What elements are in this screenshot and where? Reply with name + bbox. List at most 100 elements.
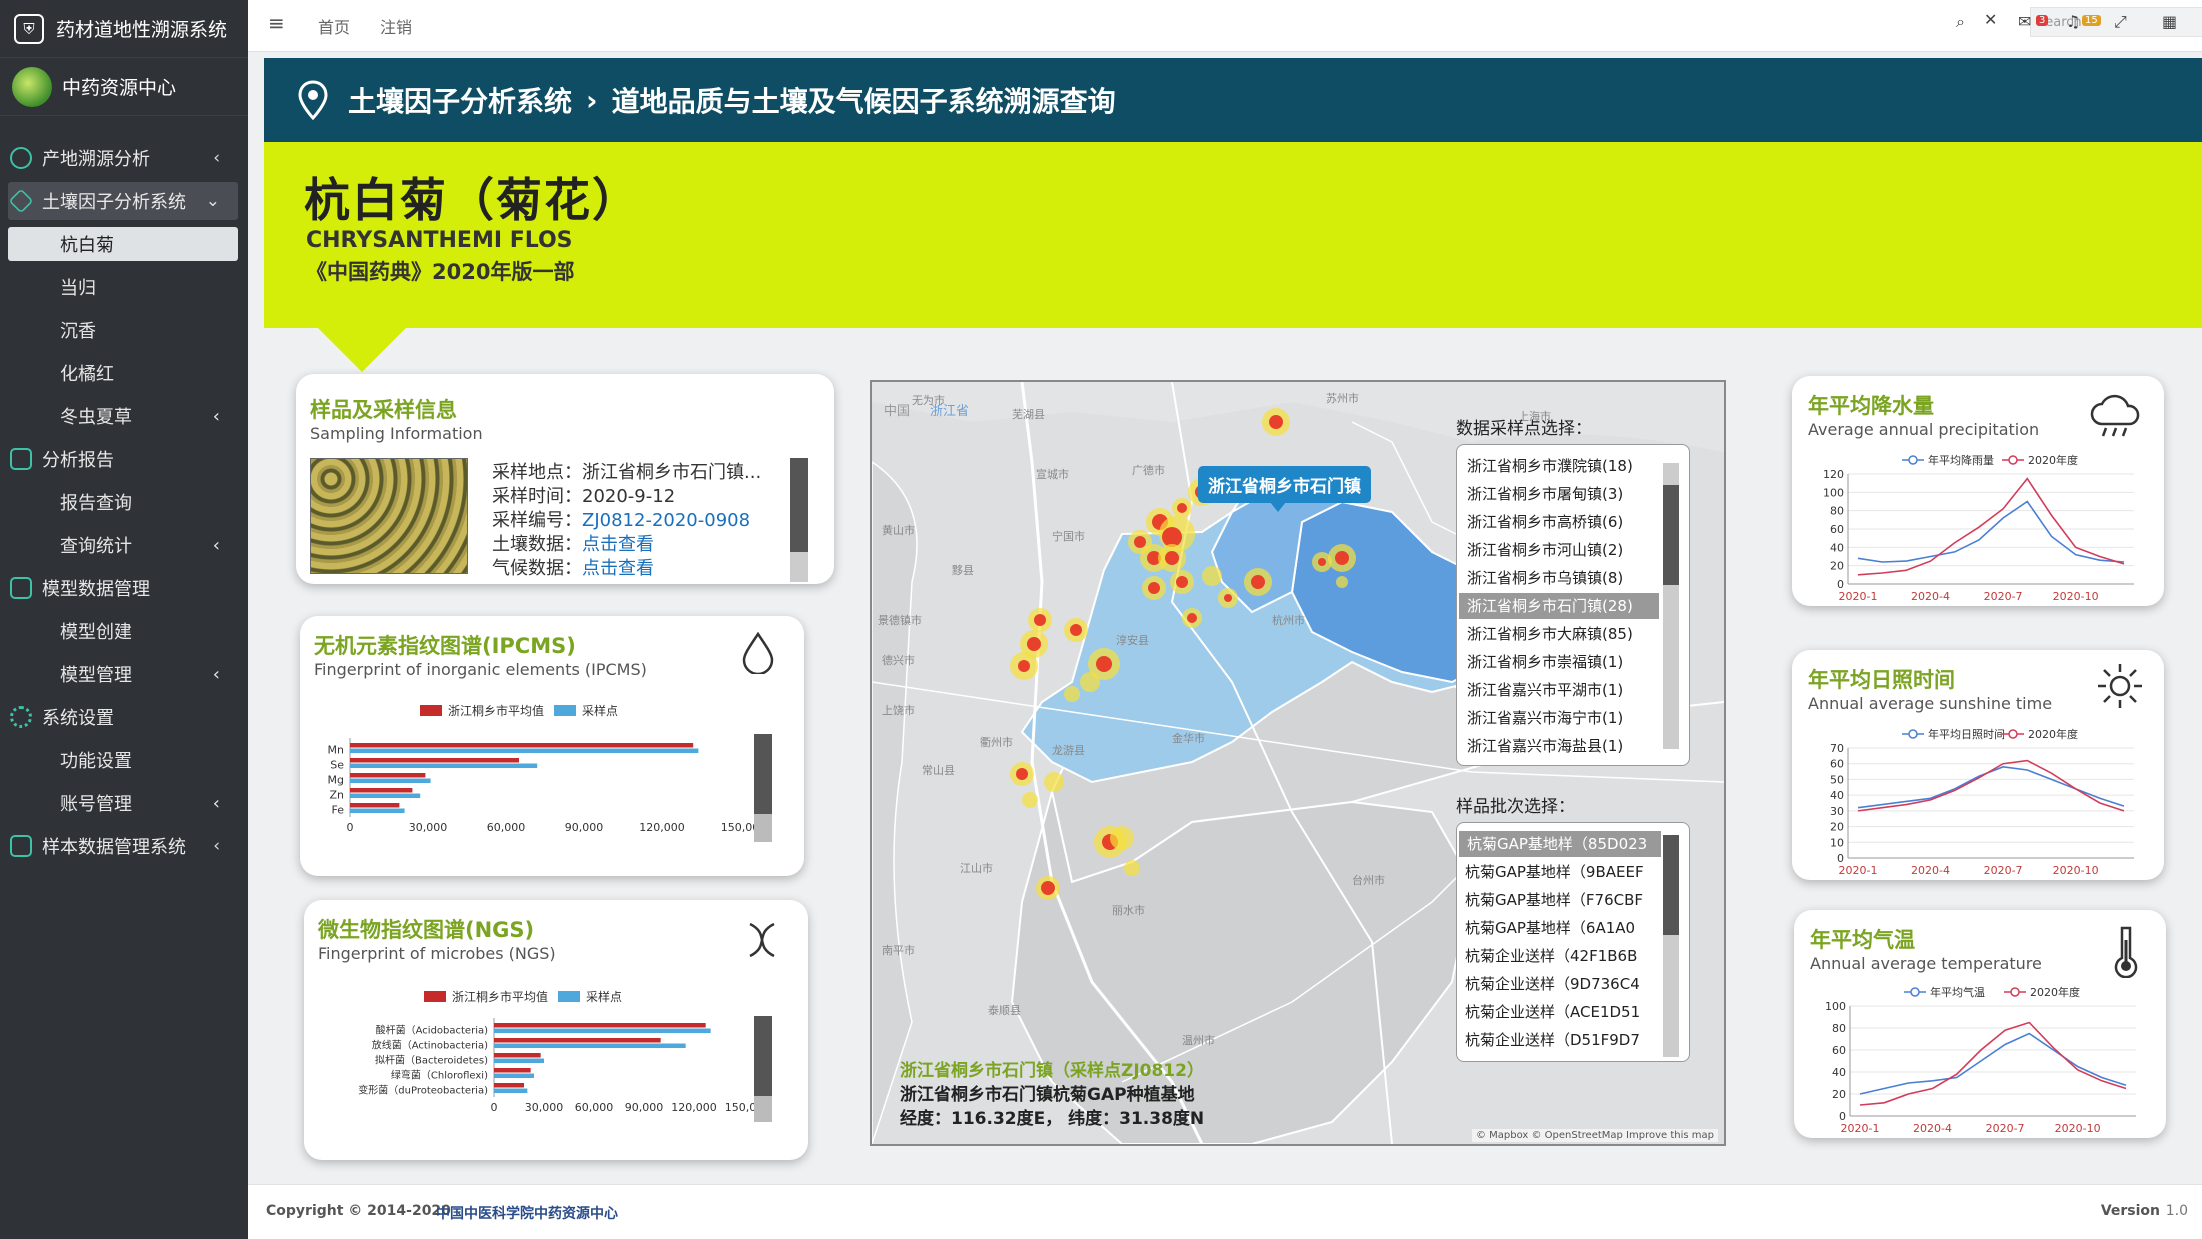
footer-org-link[interactable]: 中国中医科学院中药资源中心 xyxy=(436,1203,618,1223)
sidebar-item-model-data[interactable]: 模型数据管理 xyxy=(0,568,248,608)
list-item[interactable]: 杭菊企业送样（D51F9D7 xyxy=(1465,1027,1640,1053)
hamburger-menu-icon[interactable]: ≡ xyxy=(268,11,285,35)
gear-icon xyxy=(10,706,32,728)
list-item[interactable]: 浙江省桐乡市河山镇(2) xyxy=(1467,537,1623,563)
map-popup[interactable]: 浙江省桐乡市石门镇 xyxy=(1198,466,1371,503)
list-item[interactable]: 杭菊企业送样（42F1B6B xyxy=(1465,943,1637,969)
search-icon[interactable]: ⌕ xyxy=(1956,12,1965,32)
list-item-selected[interactable]: 杭菊GAP基地样（85D023 xyxy=(1459,831,1661,857)
x-tick-label: 2020-1 xyxy=(1839,590,1878,603)
map-attribution[interactable]: © Mapbox © OpenStreetMap Improve this ma… xyxy=(1471,1129,1718,1142)
fullscreen-icon[interactable]: ⤢ xyxy=(2114,12,2127,32)
list-item[interactable]: 浙江省桐乡市屠甸镇(3) xyxy=(1467,481,1623,507)
list-item[interactable]: 杭菊企业送样（ACE1D51 xyxy=(1465,999,1640,1025)
category-label: Fe xyxy=(332,804,345,817)
sidebar-item-model-create[interactable]: 模型创建 xyxy=(0,611,248,651)
sampling-climate: 气候数据：点击查看 xyxy=(492,558,654,579)
y-tick-label: 80 xyxy=(1832,1022,1846,1035)
breadcrumb-part1[interactable]: 土壤因子分析系统 xyxy=(348,80,572,120)
grid-apps-icon[interactable]: ▦ xyxy=(2162,12,2177,31)
ngs-scrollbar[interactable] xyxy=(754,1016,772,1122)
sidebar-item-dongchongxiacao[interactable]: 冬虫夏草 ‹ xyxy=(0,396,248,436)
card-title: 微生物指纹图谱(NGS) xyxy=(318,918,535,942)
sidebar-item-sample-data[interactable]: 样本数据管理系统 ‹ xyxy=(0,826,248,866)
x-tick-label: 2020-10 xyxy=(2053,590,2099,603)
chevron-left-icon: ‹ xyxy=(212,663,220,685)
sample-point-list[interactable]: 浙江省桐乡市濮院镇(18) 浙江省桐乡市屠甸镇(3) 浙江省桐乡市高桥镇(6) … xyxy=(1456,444,1690,766)
x-tick-label: 90,000 xyxy=(625,1101,664,1114)
sidebar-item-settings[interactable]: 系统设置 xyxy=(0,697,248,737)
app-brand[interactable]: ⛨ 药材道地性溯源系统 xyxy=(0,0,248,58)
batch-scrollbar[interactable] xyxy=(1663,835,1679,1057)
center-title: 中药资源中心 xyxy=(62,77,177,99)
bell-icon[interactable]: ♫ xyxy=(2066,12,2080,31)
sidebar-item-hangbaiju[interactable]: 杭白菊 xyxy=(8,227,238,261)
list-item[interactable]: 浙江省桐乡市乌镇镇(8) xyxy=(1467,565,1623,591)
footer-copyright: Copyright © 2014-2020 xyxy=(266,1203,451,1219)
sampling-scrollbar[interactable] xyxy=(790,458,808,582)
y-tick-label: 70 xyxy=(1830,742,1844,755)
x-tick-label: 60,000 xyxy=(487,821,526,834)
sidebar-item-label: 模型数据管理 xyxy=(42,579,150,600)
map-panel[interactable]: 中国 浙江省 无为市 苏州市 芜湖县 广德市 上海市 宣城市 宁国市 杭州市 淳… xyxy=(870,380,1726,1146)
sidebar-item-label: 报告查询 xyxy=(60,493,132,514)
sidebar-item-soil[interactable]: 土壤因子分析系统 ⌄ xyxy=(8,182,238,220)
list-item[interactable]: 杭菊GAP基地样（9BAEEF xyxy=(1465,859,1644,885)
map-place-label: 广德市 xyxy=(1132,464,1165,477)
category-label: Mn xyxy=(328,744,344,757)
sidebar-item-origin[interactable]: 产地溯源分析 ‹ xyxy=(0,138,248,178)
climate-data-link[interactable]: 点击查看 xyxy=(582,558,654,579)
center-logo-icon xyxy=(12,66,52,107)
y-tick-label: 10 xyxy=(1830,836,1844,849)
sidebar-item-model-manage[interactable]: 模型管理 ‹ xyxy=(0,654,248,694)
ipcms-chart: MnSeMgZnFe0 30,000 60,000 90,000 120,000 150,… xyxy=(328,738,759,834)
y-tick-label: 30 xyxy=(1830,805,1844,818)
sidebar-item-report-query[interactable]: 报告查询 xyxy=(0,482,248,522)
ipcms-scrollbar[interactable] xyxy=(754,734,772,842)
series-line-average xyxy=(1859,1032,2127,1095)
center-brand[interactable]: 中药资源中心 xyxy=(0,58,248,116)
card-title: 年平均日照时间 xyxy=(1808,668,1955,692)
sidebar-item-stats[interactable]: 查询统计 ‹ xyxy=(0,525,248,565)
card-subtitle: Fingerprint of microbes (NGS) xyxy=(318,944,556,963)
list-item[interactable]: 杭菊企业送样（9D736C4 xyxy=(1465,971,1640,997)
sidebar-item-function-settings[interactable]: 功能设置 xyxy=(0,740,248,780)
batch-list[interactable]: 杭菊GAP基地样（85D023 杭菊GAP基地样（9BAEEF 杭菊GAP基地样… xyxy=(1456,822,1690,1062)
sidebar-item-danggui[interactable]: 当归 xyxy=(0,267,248,307)
y-tick-label: 20 xyxy=(1832,1088,1846,1101)
herb-pharmacopoeia: 《中国药典》2020年版一部 xyxy=(306,260,575,284)
nav-home-link[interactable]: 首页 xyxy=(318,14,350,38)
sidebar-item-report[interactable]: 分析报告 xyxy=(0,439,248,479)
list-item[interactable]: 浙江省嘉兴市海宁市(1) xyxy=(1467,705,1623,731)
list-item[interactable]: 浙江省桐乡市濮院镇(18) xyxy=(1467,453,1633,479)
nav-logout-link[interactable]: 注销 xyxy=(380,14,412,38)
sample-point-scrollbar[interactable] xyxy=(1663,463,1679,749)
clear-search-icon[interactable]: ✕ xyxy=(1984,10,1997,29)
list-item[interactable]: 浙江省桐乡市大麻镇(85) xyxy=(1467,621,1633,647)
card-subtitle: Annual average temperature xyxy=(1810,954,2042,973)
y-tick-label: 40 xyxy=(1832,1066,1846,1079)
message-icon[interactable]: ✉ xyxy=(2018,12,2031,31)
map-place-label: 宁国市 xyxy=(1052,530,1085,543)
chevron-left-icon: ‹ xyxy=(212,534,220,556)
y-tick-label: 80 xyxy=(1830,505,1844,518)
list-item[interactable]: 浙江省嘉兴市海盐县(1) xyxy=(1467,733,1623,759)
sidebar-item-chenxiang[interactable]: 沉香 xyxy=(0,310,248,350)
list-item[interactable]: 浙江省嘉兴市平湖市(1) xyxy=(1467,677,1623,703)
y-tick-label: 60 xyxy=(1830,523,1844,536)
bar-sample xyxy=(494,1088,528,1093)
site-coords: 经度：116.32度E， 纬度：31.38度N xyxy=(900,1109,1205,1129)
map-place-label: 宣城市 xyxy=(1036,468,1069,481)
soil-data-link[interactable]: 点击查看 xyxy=(582,534,654,555)
list-item[interactable]: 浙江省桐乡市高桥镇(6) xyxy=(1467,509,1623,535)
y-tick-label: 100 xyxy=(1823,486,1844,499)
sidebar-item-huajuhong[interactable]: 化橘红 xyxy=(0,353,248,393)
sampling-code-link[interactable]: ZJ0812-2020-0908 xyxy=(582,510,750,531)
list-item-selected[interactable]: 浙江省桐乡市石门镇(28) xyxy=(1459,593,1659,619)
sidebar-item-account[interactable]: 账号管理 ‹ xyxy=(0,783,248,823)
legend-label: 2020年度 xyxy=(2028,453,2078,467)
list-item[interactable]: 浙江省桐乡市崇福镇(1) xyxy=(1467,649,1623,675)
list-item[interactable]: 杭菊GAP基地样（6A1A0 xyxy=(1465,915,1635,941)
list-item[interactable]: 杭菊GAP基地样（F76CBF xyxy=(1465,887,1643,913)
footer-version: 1.0 xyxy=(2165,1203,2188,1219)
